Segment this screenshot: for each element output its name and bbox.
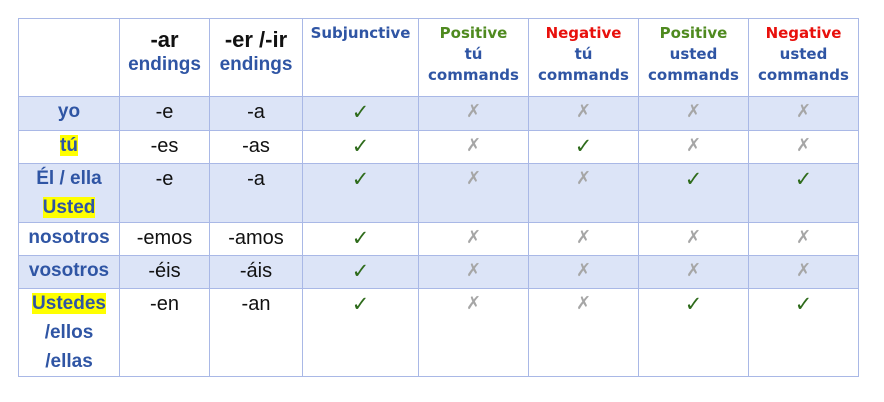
neg-tu-cross-icon: ✗ [528, 163, 639, 223]
pronoun-cell: yo [18, 96, 120, 131]
table-row: Él / ella Usted -e -a ✓ ✗ ✗ ✓ ✓ [18, 163, 859, 223]
er-ending-cell: -amos [209, 222, 303, 256]
header-negative-tu-commands: Negative tú commands [528, 18, 639, 97]
conjugation-table-container: -ar endings -er /-ir endings Subjunctive… [18, 18, 859, 377]
pronoun-label-highlighted: Ustedes [32, 293, 106, 314]
ar-ending-cell: -e [119, 163, 210, 223]
pos-usted-cross-icon: ✗ [638, 255, 749, 289]
pronoun-cell: tú [18, 130, 120, 164]
neg-usted-cross-icon: ✗ [748, 96, 859, 131]
header-er-title: -er /-ir [224, 27, 288, 52]
pos-usted-cross-icon: ✗ [638, 96, 749, 131]
header-pos-usted-line3: commands [648, 66, 739, 84]
header-neg-usted-line1: Negative [765, 24, 842, 42]
header-neg-tu-line2: tú [574, 45, 593, 63]
pronoun-label: /ellas [45, 351, 93, 372]
neg-usted-cross-icon: ✗ [748, 222, 859, 256]
pronoun-label: Él / ella [36, 168, 102, 189]
neg-usted-cross-icon: ✗ [748, 255, 859, 289]
er-ending-cell: -a [209, 163, 303, 223]
pos-tu-cross-icon: ✗ [418, 163, 529, 223]
ar-ending-cell: -emos [119, 222, 210, 256]
header-pos-usted-line1: Positive [659, 24, 728, 42]
neg-usted-cross-icon: ✗ [748, 130, 859, 164]
er-ending-cell: -as [209, 130, 303, 164]
pos-usted-check-icon: ✓ [638, 288, 749, 377]
header-pronoun [18, 18, 120, 97]
pronoun-label: nosotros [28, 227, 110, 248]
ar-ending-cell: -es [119, 130, 210, 164]
pronoun-label: /ellos [44, 322, 94, 343]
conjugation-table: -ar endings -er /-ir endings Subjunctive… [18, 18, 859, 377]
subjunctive-check-icon: ✓ [302, 222, 419, 256]
pronoun-cell: Él / ella Usted [18, 163, 120, 223]
pronoun-label-highlighted: tú [60, 135, 78, 156]
header-pos-tu-line3: commands [428, 66, 519, 84]
neg-tu-cross-icon: ✗ [528, 222, 639, 256]
pronoun-cell: Ustedes /ellos /ellas [18, 288, 120, 377]
header-neg-usted-line3: commands [758, 66, 849, 84]
header-neg-usted-line2: usted [779, 45, 828, 63]
pos-usted-check-icon: ✓ [638, 163, 749, 223]
table-row: vosotros -éis -áis ✓ ✗ ✗ ✗ ✗ [18, 255, 859, 289]
neg-tu-cross-icon: ✗ [528, 288, 639, 377]
header-ar-subtitle: endings [128, 54, 201, 75]
header-neg-tu-line1: Negative [545, 24, 622, 42]
header-ar-endings: -ar endings [119, 18, 210, 97]
subjunctive-check-icon: ✓ [302, 288, 419, 377]
neg-usted-check-icon: ✓ [748, 163, 859, 223]
header-pos-usted-line2: usted [669, 45, 718, 63]
er-ending-cell: -an [209, 288, 303, 377]
header-er-subtitle: endings [219, 54, 293, 75]
header-positive-usted-commands: Positive usted commands [638, 18, 749, 97]
pos-tu-cross-icon: ✗ [418, 96, 529, 131]
table-row: Ustedes /ellos /ellas -en -an ✓ ✗ ✗ ✓ ✓ [18, 288, 859, 377]
neg-tu-cross-icon: ✗ [528, 96, 639, 131]
pos-tu-cross-icon: ✗ [418, 130, 529, 164]
table-row: yo -e -a ✓ ✗ ✗ ✗ ✗ [18, 96, 859, 131]
header-er-ir-endings: -er /-ir endings [209, 18, 303, 97]
pos-tu-cross-icon: ✗ [418, 288, 529, 377]
pos-tu-cross-icon: ✗ [418, 255, 529, 289]
header-ar-title: -ar [150, 27, 179, 52]
pos-usted-cross-icon: ✗ [638, 130, 749, 164]
subjunctive-check-icon: ✓ [302, 96, 419, 131]
pronoun-cell: nosotros [18, 222, 120, 256]
neg-usted-check-icon: ✓ [748, 288, 859, 377]
ar-ending-cell: -éis [119, 255, 210, 289]
header-positive-tu-commands: Positive tú commands [418, 18, 529, 97]
ar-ending-cell: -e [119, 96, 210, 131]
pos-tu-cross-icon: ✗ [418, 222, 529, 256]
subjunctive-check-icon: ✓ [302, 163, 419, 223]
pronoun-cell: vosotros [18, 255, 120, 289]
ar-ending-cell: -en [119, 288, 210, 377]
header-pos-tu-line2: tú [464, 45, 483, 63]
pronoun-label: yo [57, 101, 81, 122]
header-pos-tu-line1: Positive [439, 24, 508, 42]
header-subjunctive: Subjunctive [302, 18, 419, 97]
pronoun-label: vosotros [28, 260, 110, 281]
pos-usted-cross-icon: ✗ [638, 222, 749, 256]
er-ending-cell: -a [209, 96, 303, 131]
table-row: tú -es -as ✓ ✗ ✓ ✗ ✗ [18, 130, 859, 164]
header-subjunctive-label: Subjunctive [310, 24, 411, 42]
pronoun-label-highlighted: Usted [42, 197, 96, 218]
table-row: nosotros -emos -amos ✓ ✗ ✗ ✗ ✗ [18, 222, 859, 256]
header-neg-tu-line3: commands [538, 66, 629, 84]
subjunctive-check-icon: ✓ [302, 255, 419, 289]
subjunctive-check-icon: ✓ [302, 130, 419, 164]
neg-tu-check-icon: ✓ [528, 130, 639, 164]
header-row: -ar endings -er /-ir endings Subjunctive… [18, 18, 859, 97]
header-negative-usted-commands: Negative usted commands [748, 18, 859, 97]
er-ending-cell: -áis [209, 255, 303, 289]
neg-tu-cross-icon: ✗ [528, 255, 639, 289]
